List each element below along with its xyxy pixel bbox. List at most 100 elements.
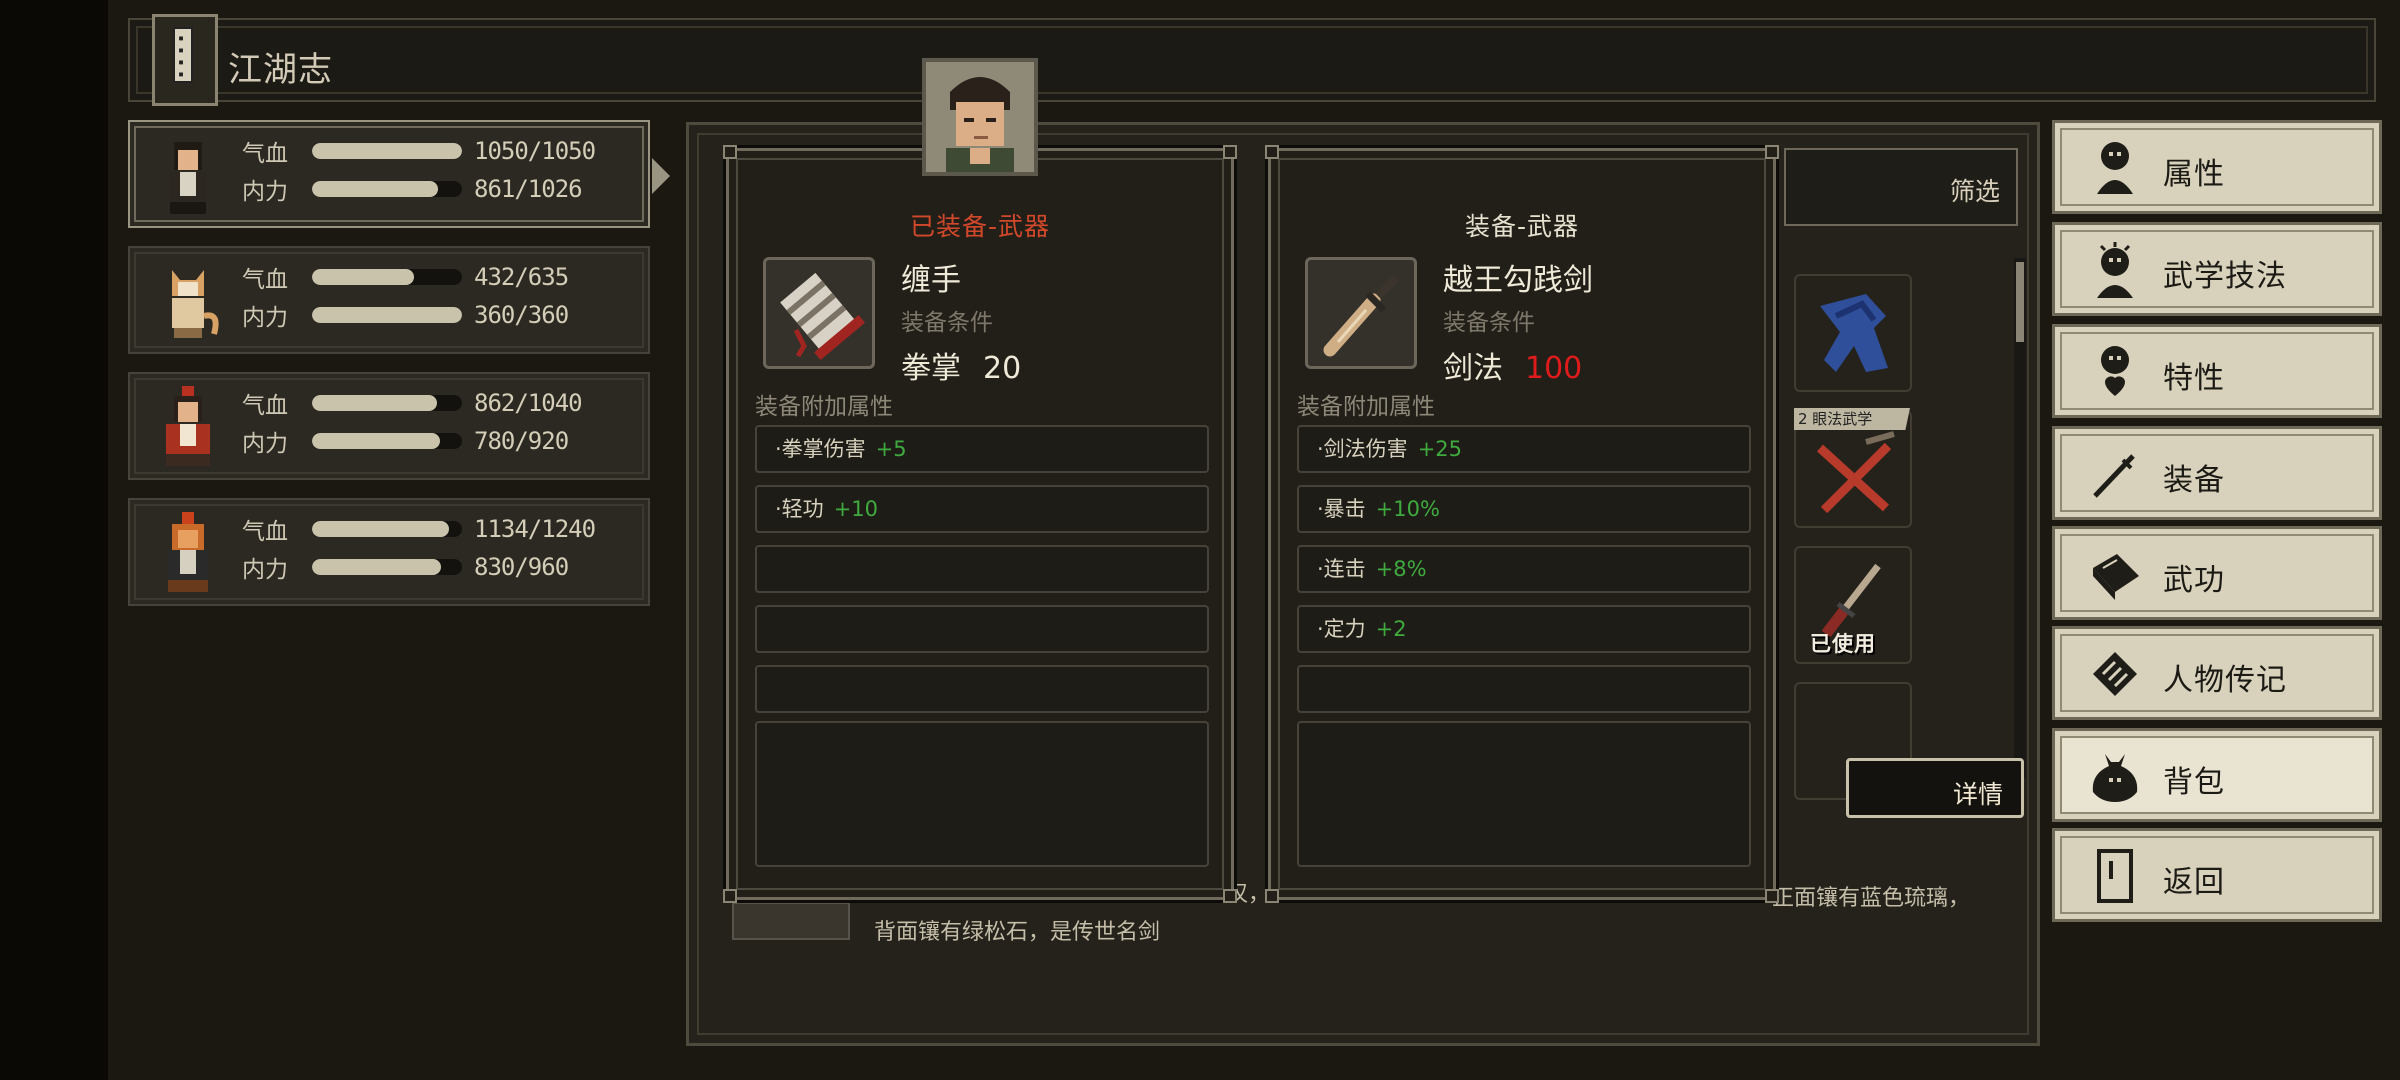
used-label: 已使用 (1810, 632, 1876, 656)
equipped-item-name: 缠手 (901, 263, 961, 298)
mp-label: 内力 (242, 431, 288, 457)
menu-kungfu-button[interactable]: 武功 (2052, 526, 2382, 620)
compare-header: 装备-武器 (1464, 212, 1580, 241)
mp-bar (312, 181, 462, 197)
compare-requirement: 剑法 100 (1443, 343, 1582, 387)
item-description-right: 正面镶有蓝色琉璃， (1772, 886, 1971, 911)
menu-label: 武功 (2163, 563, 2225, 598)
mp-value: 360/360 (474, 301, 569, 329)
member-avatar-1 (170, 142, 206, 214)
menu-label: 人物传记 (2163, 663, 2287, 698)
item-description-left: 背面镶有绿松石，是传世名剑 (874, 920, 1161, 945)
hp-bar (312, 143, 462, 159)
sword-icon (2085, 443, 2145, 505)
compare-bonus-row: ·连击 +8% (1297, 545, 1751, 593)
hp-value: 862/1040 (474, 389, 583, 417)
mp-label: 内力 (242, 557, 288, 583)
equipped-header: 已装备-武器 (909, 212, 1051, 241)
compare-req-skill: 剑法 (1443, 351, 1503, 386)
compare-bonus-row: ·定力 +2 (1297, 605, 1751, 653)
mp-bar (312, 307, 462, 323)
selected-arrow-icon (652, 158, 670, 194)
empty-bonus-area (755, 721, 1209, 867)
compare-condition-label: 装备条件 (1443, 310, 1535, 336)
detail-button[interactable]: 详情 (1846, 758, 2024, 818)
hero-portrait (922, 58, 1038, 176)
equipped-req-skill: 拳掌 (901, 351, 961, 386)
bag-icon (2085, 745, 2145, 807)
martial-arts-icon (2085, 239, 2145, 301)
menu-martial-techniques-button[interactable]: 武学技法 (2052, 222, 2382, 316)
inventory-slot[interactable] (1794, 274, 1912, 392)
party-member-2[interactable]: 气血 432/635 内力 360/360 (128, 246, 650, 354)
menu-label: 背包 (2163, 765, 2225, 800)
equipped-bonus-row: ·拳掌伤害 +5 (755, 425, 1209, 473)
compare-item-icon-box (1305, 257, 1417, 369)
hp-bar (312, 521, 462, 537)
mp-bar (312, 433, 462, 449)
equipped-requirement: 拳掌 20 (901, 343, 1021, 387)
equipped-item-icon-box (763, 257, 875, 369)
book-icon (2085, 543, 2145, 605)
menu-label: 特性 (2163, 361, 2225, 396)
hp-label: 气血 (242, 141, 288, 167)
compare-req-value: 100 (1525, 351, 1583, 386)
journal-book-icon: ▪ ▪ ▪ ▪ (152, 14, 218, 106)
empty-bonus-row (1297, 665, 1751, 713)
menu-return-button[interactable]: 返回 (2052, 828, 2382, 922)
skill-book-tag: 2 眼法武学 (1794, 408, 1910, 430)
person-icon (2085, 137, 2145, 199)
hp-value: 432/635 (474, 263, 569, 291)
empty-bonus-row (755, 665, 1209, 713)
scrollbar-thumb[interactable] (2016, 262, 2024, 342)
compare-weapon-popup: 装备-武器 越王勾践剑 装备条件 剑法 100 装备附加属性 ·剑法伤害 +25 ·… (1265, 145, 1779, 903)
door-icon (2085, 845, 2145, 907)
scroll-icon (2085, 643, 2145, 705)
menu-equipment-button[interactable]: 装备 (2052, 426, 2382, 520)
equipped-bonus-row: ·轻功 +10 (755, 485, 1209, 533)
mp-value: 780/920 (474, 427, 569, 455)
empty-bonus-row (755, 605, 1209, 653)
menu-traits-button[interactable]: 特性 (2052, 324, 2382, 418)
menu-label: 返回 (2163, 865, 2225, 900)
mp-label: 内力 (242, 305, 288, 331)
detail-label: 详情 (1952, 780, 2003, 809)
member-avatar-2 (172, 270, 219, 338)
equipped-bonus-header: 装备附加属性 (755, 394, 893, 420)
member-avatar-4 (168, 512, 208, 592)
equipped-req-value: 20 (983, 351, 1022, 386)
hp-value: 1050/1050 (474, 137, 596, 165)
menu-label: 属性 (2163, 157, 2225, 192)
blue-cloth-icon (1820, 294, 1888, 372)
filter-button[interactable]: 筛选 (1784, 148, 2018, 226)
hp-bar (312, 395, 462, 411)
mp-value: 830/960 (474, 553, 569, 581)
compare-bonus-header: 装备附加属性 (1297, 394, 1435, 420)
empty-bonus-area (1297, 721, 1751, 867)
menu-label: 装备 (2163, 463, 2225, 498)
mp-bar (312, 559, 462, 575)
compare-bonus-row: ·剑法伤害 +25 (1297, 425, 1751, 473)
party-member-4[interactable]: 气血 1134/1240 内力 830/960 (128, 498, 650, 606)
title-bar (128, 18, 2376, 102)
mp-label: 内力 (242, 179, 288, 205)
party-member-1[interactable]: 气血 1050/1050 内力 861/1026 (128, 120, 670, 228)
hp-bar (312, 269, 462, 285)
hp-label: 气血 (242, 393, 288, 419)
equipped-weapon-popup: 已装备-武器 缠手 装备条件 拳掌 20 装备附加属性 ·拳掌伤害 +5 ·轻功 +1… (723, 145, 1237, 903)
empty-bonus-row (755, 545, 1209, 593)
member-avatar-3 (166, 386, 210, 466)
hp-value: 1134/1240 (474, 515, 596, 543)
filter-label: 筛选 (1949, 177, 2000, 206)
mp-value: 861/1026 (474, 175, 583, 203)
hp-label: 气血 (242, 267, 288, 293)
wrist-guard-icon (780, 272, 865, 360)
menu-attributes-button[interactable]: 属性 (2052, 120, 2382, 214)
item-thumbnail (732, 902, 850, 940)
compare-item-name: 越王勾践剑 (1443, 263, 1593, 298)
menu-backpack-button[interactable]: 背包 (2052, 728, 2382, 822)
equipped-condition-label: 装备条件 (901, 310, 993, 336)
trait-icon (2085, 341, 2145, 403)
party-member-3[interactable]: 气血 862/1040 内力 780/920 (128, 372, 650, 480)
menu-biography-button[interactable]: 人物传记 (2052, 626, 2382, 720)
